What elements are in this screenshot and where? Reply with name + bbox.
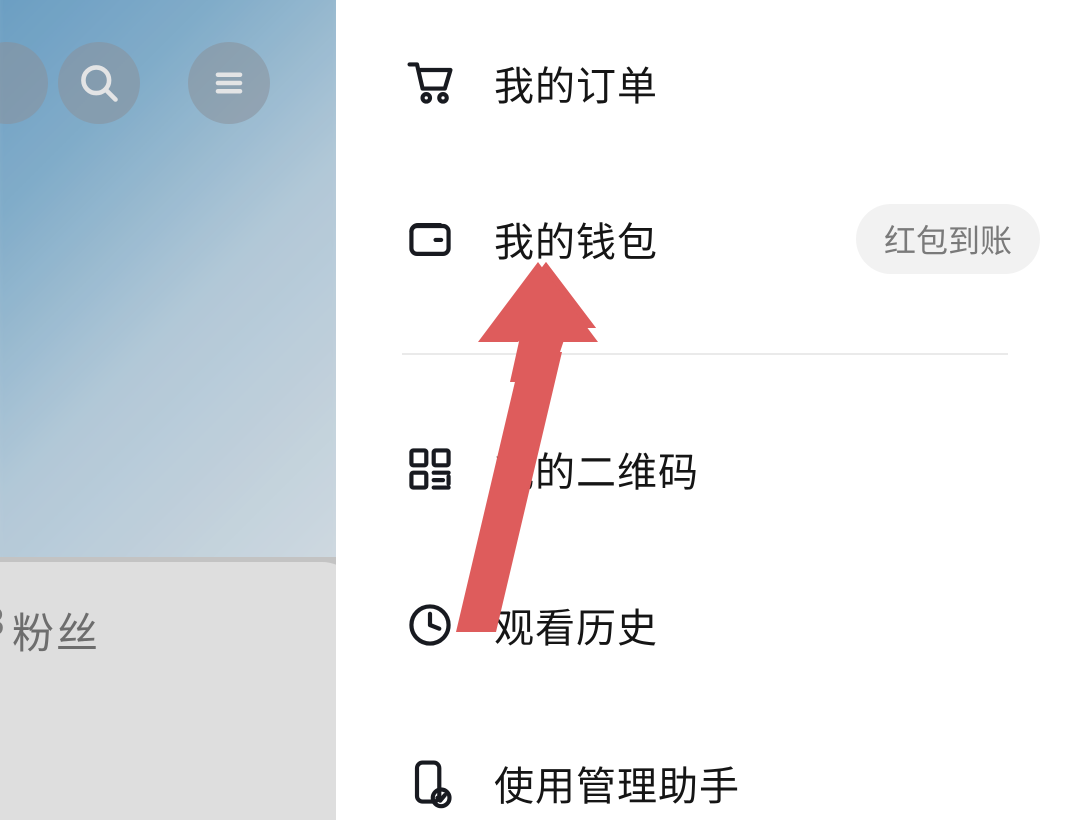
menu-item-label: 使用管理助手 — [494, 754, 740, 812]
menu-divider — [402, 353, 1008, 355]
profile-background: 3 粉丝 — [0, 0, 336, 820]
menu-item-label: 观看历史 — [494, 596, 658, 654]
phone-check-icon — [402, 755, 458, 811]
menu-item-history[interactable]: 观看历史 — [402, 590, 1040, 660]
wallet-badge: 红包到账 — [856, 204, 1040, 274]
menu-item-qrcode[interactable]: 我的二维码 — [402, 434, 1040, 504]
menu-item-label: 我的订单 — [494, 54, 658, 112]
dim-overlay[interactable] — [0, 0, 336, 820]
clock-icon — [402, 597, 458, 653]
side-drawer: 我的订单 我的钱包 红包到账 我的二维码 — [336, 0, 1080, 820]
menu-item-orders[interactable]: 我的订单 — [402, 48, 1040, 118]
cart-icon — [402, 55, 458, 111]
wallet-icon — [402, 211, 458, 267]
qrcode-icon — [402, 441, 458, 497]
menu-item-label: 我的钱包 — [494, 210, 658, 268]
menu-item-assistant[interactable]: 使用管理助手 — [402, 748, 1040, 818]
menu-item-label: 我的二维码 — [494, 440, 699, 498]
menu-item-wallet[interactable]: 我的钱包 红包到账 — [402, 204, 1040, 274]
